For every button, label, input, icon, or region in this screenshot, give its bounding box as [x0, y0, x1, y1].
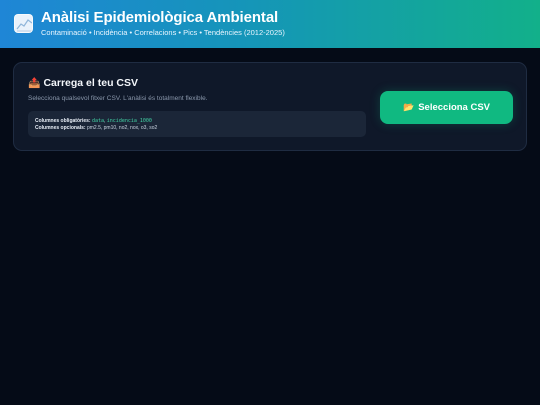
chart-icon — [14, 14, 33, 33]
optional-columns-label: Columnes opcionals: — [35, 125, 86, 131]
app-header: Anàlisi Epidemiològica Ambiental Contami… — [0, 0, 540, 48]
upload-description: Selecciona qualsevol fitxer CSV. L'anàli… — [28, 95, 208, 102]
select-csv-button[interactable]: 📂 Selecciona CSV — [380, 91, 513, 124]
app-title: Anàlisi Epidemiològica Ambiental — [41, 9, 279, 26]
upload-card: 📤 Carrega el teu CSV Selecciona qualsevol… — [13, 62, 527, 151]
required-column-data: data — [91, 118, 104, 124]
app-subtitle: Contaminació • Incidència • Correlacions… — [41, 28, 285, 37]
required-columns-line: Columnes obligatòries: data, incidencia_… — [35, 118, 152, 124]
upload-icon: 📤 — [28, 78, 41, 89]
select-csv-label: Selecciona CSV — [418, 102, 491, 113]
required-column-incidencia: incidencia_1000 — [106, 118, 152, 124]
required-columns-label: Columnes obligatòries: — [35, 118, 91, 124]
columns-info-box: Columnes obligatòries: data, incidencia_… — [28, 111, 366, 137]
upload-title: 📤 Carrega el teu CSV — [28, 77, 138, 89]
optional-columns-list: pm2.5, pm10, no2, nox, o3, so2 — [86, 125, 158, 131]
optional-columns-line: Columnes opcionals: pm2.5, pm10, no2, no… — [35, 125, 157, 131]
upload-title-text: Carrega el teu CSV — [43, 77, 138, 89]
folder-icon: 📂 — [402, 102, 415, 112]
